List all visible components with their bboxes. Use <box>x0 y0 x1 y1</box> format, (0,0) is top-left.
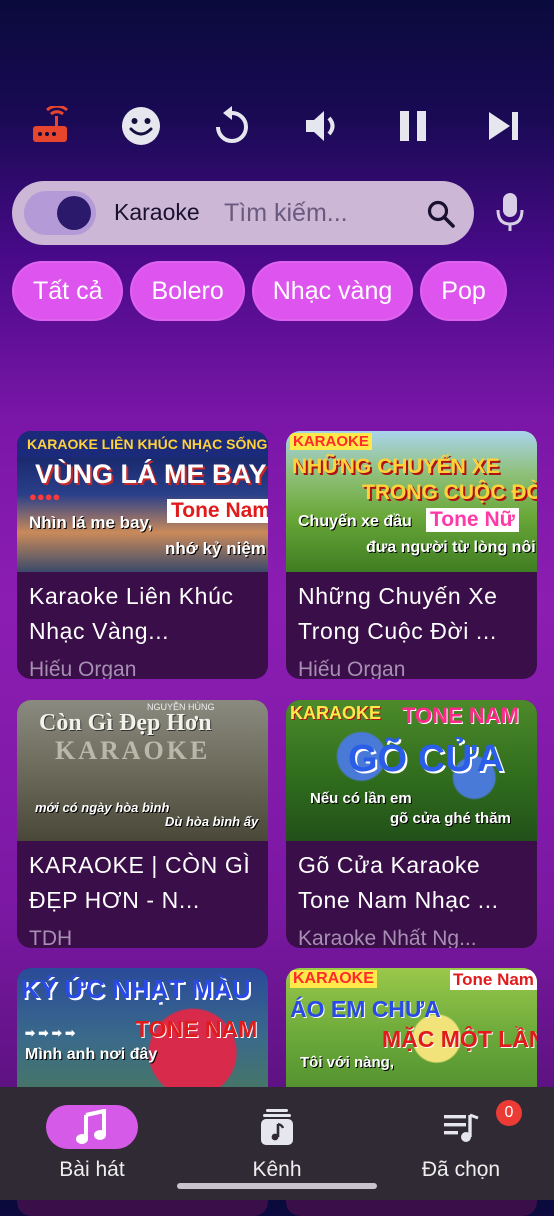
category-chips: Tất cả Bolero Nhạc vàng Pop <box>12 261 542 323</box>
replay-icon[interactable] <box>204 98 260 154</box>
volume-icon[interactable] <box>294 98 350 154</box>
thumb-line2: Dù hòa bình ấy <box>165 814 259 829</box>
router-icon[interactable] <box>22 98 78 154</box>
thumb-line1: mới có ngày hòa bình <box>35 800 170 815</box>
thumb-main: VÙNG LÁ ME BAY <box>35 459 267 489</box>
thumb-main2: MẶC MỘT LẦN <box>382 1026 537 1052</box>
thumb-main: Còn Gì Đẹp Hơn <box>39 710 212 736</box>
song-thumbnail: KARAOKE LIÊN KHÚC NHẠC SỐNG VÙNG LÁ ME B… <box>17 431 268 572</box>
thumb-main: ÁO EM CHƯA <box>290 996 441 1022</box>
song-title: Karaoke Liên Khúc Nhạc Vàng... <box>29 583 234 644</box>
queue-icon <box>415 1105 507 1149</box>
search-input[interactable] <box>224 191 414 235</box>
thumb-line1: Nhìn lá me bay, <box>29 513 153 532</box>
thumb-main: GÕ CỬA <box>348 738 505 780</box>
thumb-line1: Chuyến xe đầu <box>298 513 412 530</box>
thumb-line1: Mình anh nơi đây <box>25 1046 158 1063</box>
song-channel: Hiếu Organ <box>29 658 137 679</box>
home-indicator <box>177 1183 377 1189</box>
mode-label: Karaoke <box>114 199 200 225</box>
nav-songs[interactable]: Bài hát <box>0 1087 184 1200</box>
song-channel: TDH <box>29 927 73 948</box>
thumb-banner: KARAOKE <box>290 970 377 988</box>
nav-label: Kênh <box>252 1158 302 1181</box>
emoji-icon[interactable] <box>113 98 169 154</box>
thumb-line2: gõ cửa ghé thăm <box>390 810 511 827</box>
chip-bolero[interactable]: Bolero <box>130 261 245 321</box>
nav-label: Đã chọn <box>421 1158 501 1181</box>
pause-icon[interactable] <box>385 98 441 154</box>
chip-nhac-vang[interactable]: Nhạc vàng <box>251 261 414 321</box>
nav-selected[interactable]: 0 Đã chọn <box>369 1087 553 1200</box>
thumb-banner: KARAOKE LIÊN KHÚC NHẠC SỐNG <box>27 436 268 452</box>
thumb-tone: Tone Nữ <box>426 508 519 532</box>
song-card[interactable]: KARAOKE LIÊN KHÚC NHẠC SỐNG VÙNG LÁ ME B… <box>17 431 268 679</box>
thumb-main: KÝ ỨC NHẠT MÀU <box>21 974 251 1004</box>
song-thumbnail: KARAOKE NHỮNG CHUYẾN XE TRONG CUỘC ĐỜI T… <box>286 431 537 572</box>
search-icon[interactable] <box>426 199 456 234</box>
song-card[interactable]: KARAOKE NHỮNG CHUYẾN XE TRONG CUỘC ĐỜI T… <box>286 431 537 679</box>
nav-label: Bài hát <box>59 1158 125 1181</box>
song-thumbnail: KARAOKE TONE NAM GÕ CỬA Nếu có lần em gõ… <box>286 700 537 841</box>
song-channel: Karaoke Nhất Ng... <box>298 927 477 948</box>
song-title: KARAOKE | CÒN GÌ ĐẸP HƠN - N... <box>29 852 251 913</box>
microphone-icon[interactable] <box>492 191 528 235</box>
thumb-banner: KARAOKE <box>290 703 382 723</box>
player-toolbar <box>22 98 532 154</box>
toggle-knob <box>57 196 91 230</box>
thumb-tone: Tone Nam <box>167 499 268 523</box>
chip-pop[interactable]: Pop <box>420 261 507 321</box>
thumb-tone: TONE NAM <box>135 1016 258 1042</box>
thumb-banner: KARAOKE <box>290 433 372 450</box>
song-channel: Hiếu Organ <box>298 658 406 679</box>
thumb-line2: nhớ kỷ niệm <box>165 539 266 558</box>
thumb-line2: đưa người từ lòng nôi <box>366 539 536 556</box>
queue-count-badge: 0 <box>496 1100 522 1126</box>
song-title: Những Chuyến Xe Trong Cuộc Đời ... <box>298 583 498 644</box>
thumb-main2: TRONG CUỘC ĐỜI <box>362 481 537 504</box>
karaoke-toggle[interactable] <box>24 191 96 235</box>
song-title: Gõ Cửa Karaoke Tone Nam Nhạc ... <box>298 852 499 913</box>
song-card[interactable]: KARAOKE TONE NAM GÕ CỬA Nếu có lần em gõ… <box>286 700 537 948</box>
music-note-icon <box>46 1105 138 1149</box>
thumb-sub: KARAOKE <box>55 736 211 765</box>
thumb-line1: Tôi với nàng, <box>300 1054 394 1071</box>
chip-all[interactable]: Tất cả <box>12 261 124 321</box>
channel-icon <box>231 1105 323 1149</box>
thumb-tone: TONE NAM <box>402 703 519 728</box>
thumb-main: NHỮNG CHUYẾN XE <box>292 455 500 478</box>
song-thumbnail: NGUYỄN HÙNG Còn Gì Đẹp Hơn KARAOKE mới c… <box>17 700 268 841</box>
skip-next-icon[interactable] <box>476 98 532 154</box>
thumb-tone: Tone Nam <box>450 970 537 990</box>
song-card[interactable]: NGUYỄN HÙNG Còn Gì Đẹp Hơn KARAOKE mới c… <box>17 700 268 948</box>
search-bar: Karaoke <box>12 181 474 245</box>
thumb-line1: Nếu có lần em <box>310 790 412 807</box>
